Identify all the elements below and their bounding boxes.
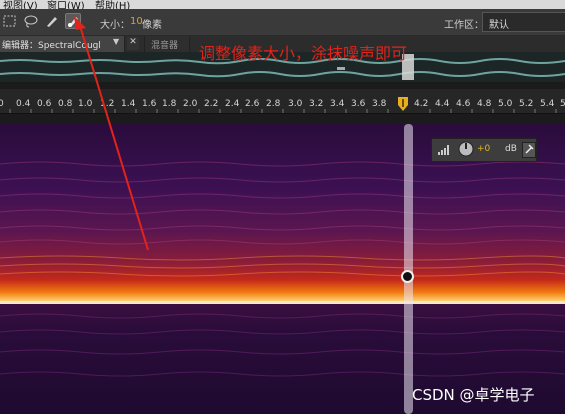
annotation-text: 调整像素大小，涂抹噪声即可 <box>199 44 408 63</box>
watermark: CSDN @卓学电子 <box>412 386 535 404</box>
